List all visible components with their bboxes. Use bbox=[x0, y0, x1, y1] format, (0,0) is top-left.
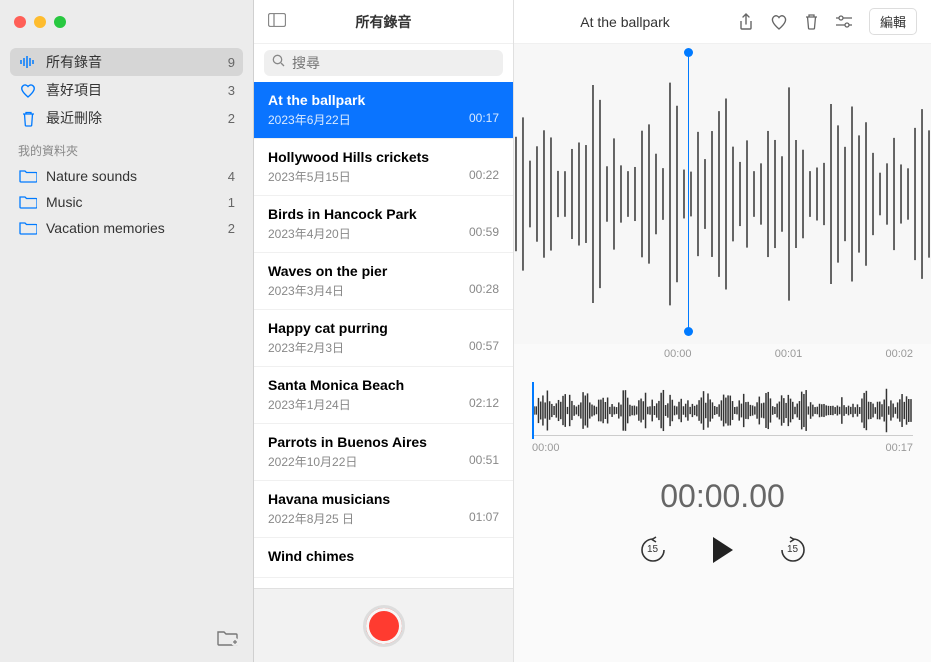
waveform-icon bbox=[18, 53, 38, 71]
time-tick: 00:01 bbox=[775, 348, 803, 360]
sidebar-item-label: Vacation memories bbox=[46, 220, 228, 236]
sidebar-item-label: Music bbox=[46, 194, 228, 210]
recording-title: Happy cat purring bbox=[268, 320, 499, 336]
recording-duration: 00:57 bbox=[469, 339, 499, 356]
minimize-window-button[interactable] bbox=[34, 16, 46, 28]
recording-date: 2023年2月3日 bbox=[268, 339, 344, 356]
folder-icon bbox=[18, 219, 38, 237]
recordings-header-title: 所有錄音 bbox=[356, 12, 412, 32]
recording-date: 2022年10月22日 bbox=[268, 453, 357, 470]
recording-date: 2022年8月25 日 bbox=[268, 510, 354, 527]
sidebar: 所有錄音9喜好項目3最近刪除2我的資料夾Nature sounds4Music1… bbox=[0, 0, 254, 662]
settings-button[interactable] bbox=[835, 15, 853, 29]
recording-item[interactable]: Wind chimes bbox=[254, 538, 513, 578]
heart-icon bbox=[18, 81, 38, 99]
new-folder-button[interactable] bbox=[217, 629, 239, 652]
sidebar-folder-item[interactable]: Music1 bbox=[10, 189, 243, 215]
recording-duration: 02:12 bbox=[469, 396, 499, 413]
skip-back-button[interactable]: 15 bbox=[638, 535, 668, 565]
recording-date: 2023年3月4日 bbox=[268, 282, 344, 299]
time-tick: 00:02 bbox=[885, 348, 913, 360]
trash-icon bbox=[804, 13, 819, 30]
recording-title: At the ballpark bbox=[528, 14, 722, 30]
sidebar-item-count: 2 bbox=[228, 221, 235, 236]
recording-title: Santa Monica Beach bbox=[268, 377, 499, 393]
recording-item[interactable]: Havana musicians 2022年8月25 日 01:07 bbox=[254, 481, 513, 538]
sidebar-item-count: 1 bbox=[228, 195, 235, 210]
favorite-button[interactable] bbox=[770, 14, 788, 30]
sidebar-item-count: 3 bbox=[228, 83, 235, 98]
time-tick: 00:00 bbox=[664, 348, 692, 360]
recording-duration: 00:22 bbox=[469, 168, 499, 185]
search-icon bbox=[272, 54, 285, 72]
close-window-button[interactable] bbox=[14, 16, 26, 28]
sidebar-item-count: 2 bbox=[228, 111, 235, 126]
share-button[interactable] bbox=[738, 13, 754, 31]
playhead[interactable] bbox=[688, 52, 689, 332]
skip-forward-button[interactable]: 15 bbox=[778, 535, 808, 565]
edit-button[interactable]: 編輯 bbox=[869, 8, 917, 35]
recording-duration: 00:59 bbox=[469, 225, 499, 242]
sidebar-item-label: 最近刪除 bbox=[46, 108, 228, 128]
folder-icon bbox=[18, 193, 38, 211]
delete-button[interactable] bbox=[804, 13, 819, 30]
recording-duration: 00:51 bbox=[469, 453, 499, 470]
zoom-window-button[interactable] bbox=[54, 16, 66, 28]
recording-title: Waves on the pier bbox=[268, 263, 499, 279]
sidebar-item-trash[interactable]: 最近刪除2 bbox=[10, 104, 243, 132]
sidebar-section-header: 我的資料夾 bbox=[10, 132, 243, 163]
waveform-overview[interactable] bbox=[532, 386, 913, 436]
sidebar-item-count: 4 bbox=[228, 169, 235, 184]
folder-icon bbox=[18, 167, 38, 185]
recording-title: Parrots in Buenos Aires bbox=[268, 434, 499, 450]
recording-title: At the ballpark bbox=[268, 92, 499, 108]
sidebar-item-heart[interactable]: 喜好項目3 bbox=[10, 76, 243, 104]
toggle-sidebar-button[interactable] bbox=[268, 13, 286, 30]
recording-date: 2023年6月22日 bbox=[268, 111, 351, 128]
sidebar-icon bbox=[268, 13, 286, 27]
recording-title: Wind chimes bbox=[268, 548, 499, 564]
play-button[interactable] bbox=[710, 535, 736, 565]
folder-plus-icon bbox=[217, 629, 239, 647]
recordings-column: 所有錄音 At the ballpark 2023年6月22日 00:17 Holly… bbox=[254, 0, 514, 662]
sidebar-item-label: Nature sounds bbox=[46, 168, 228, 184]
window-controls bbox=[0, 0, 253, 44]
recording-item[interactable]: Parrots in Buenos Aires 2022年10月22日 00:51 bbox=[254, 424, 513, 481]
recording-item[interactable]: Hollywood Hills crickets 2023年5月15日 00:22 bbox=[254, 139, 513, 196]
recording-item[interactable]: Birds in Hancock Park 2023年4月20日 00:59 bbox=[254, 196, 513, 253]
overview-start-tick: 00:00 bbox=[532, 442, 560, 454]
recording-date: 2023年5月15日 bbox=[268, 168, 351, 185]
recording-title: Havana musicians bbox=[268, 491, 499, 507]
playhead-overview[interactable] bbox=[532, 382, 534, 439]
overview-end-tick: 00:17 bbox=[885, 442, 913, 454]
recording-duration: 01:07 bbox=[469, 510, 499, 527]
sidebar-folder-item[interactable]: Nature sounds4 bbox=[10, 163, 243, 189]
recording-item[interactable]: At the ballpark 2023年6月22日 00:17 bbox=[254, 82, 513, 139]
detail-panel: At the ballpark 編輯 00:00 00:01 bbox=[514, 0, 931, 662]
sidebar-item-label: 喜好項目 bbox=[46, 80, 228, 100]
recording-item[interactable]: Happy cat purring 2023年2月3日 00:57 bbox=[254, 310, 513, 367]
sidebar-item-label: 所有錄音 bbox=[46, 52, 228, 72]
recording-title: Birds in Hancock Park bbox=[268, 206, 499, 222]
share-icon bbox=[738, 13, 754, 31]
recording-item[interactable]: Santa Monica Beach 2023年1月24日 02:12 bbox=[254, 367, 513, 424]
sidebar-item-waveform[interactable]: 所有錄音9 bbox=[10, 48, 243, 76]
record-button[interactable] bbox=[363, 605, 405, 647]
current-time: 00:00.00 bbox=[514, 458, 931, 525]
waveform-zoomed[interactable] bbox=[514, 44, 931, 344]
recording-item[interactable]: Waves on the pier 2023年3月4日 00:28 bbox=[254, 253, 513, 310]
sidebar-item-count: 9 bbox=[228, 55, 235, 70]
trash-icon bbox=[18, 109, 38, 127]
recording-date: 2023年1月24日 bbox=[268, 396, 351, 413]
recording-date: 2023年4月20日 bbox=[268, 225, 351, 242]
search-input[interactable] bbox=[264, 50, 503, 76]
heart-icon bbox=[770, 14, 788, 30]
recording-title: Hollywood Hills crickets bbox=[268, 149, 499, 165]
play-icon bbox=[710, 535, 736, 565]
recording-duration: 00:17 bbox=[469, 111, 499, 128]
sidebar-folder-item[interactable]: Vacation memories2 bbox=[10, 215, 243, 241]
recording-duration: 00:28 bbox=[469, 282, 499, 299]
sliders-icon bbox=[835, 15, 853, 29]
